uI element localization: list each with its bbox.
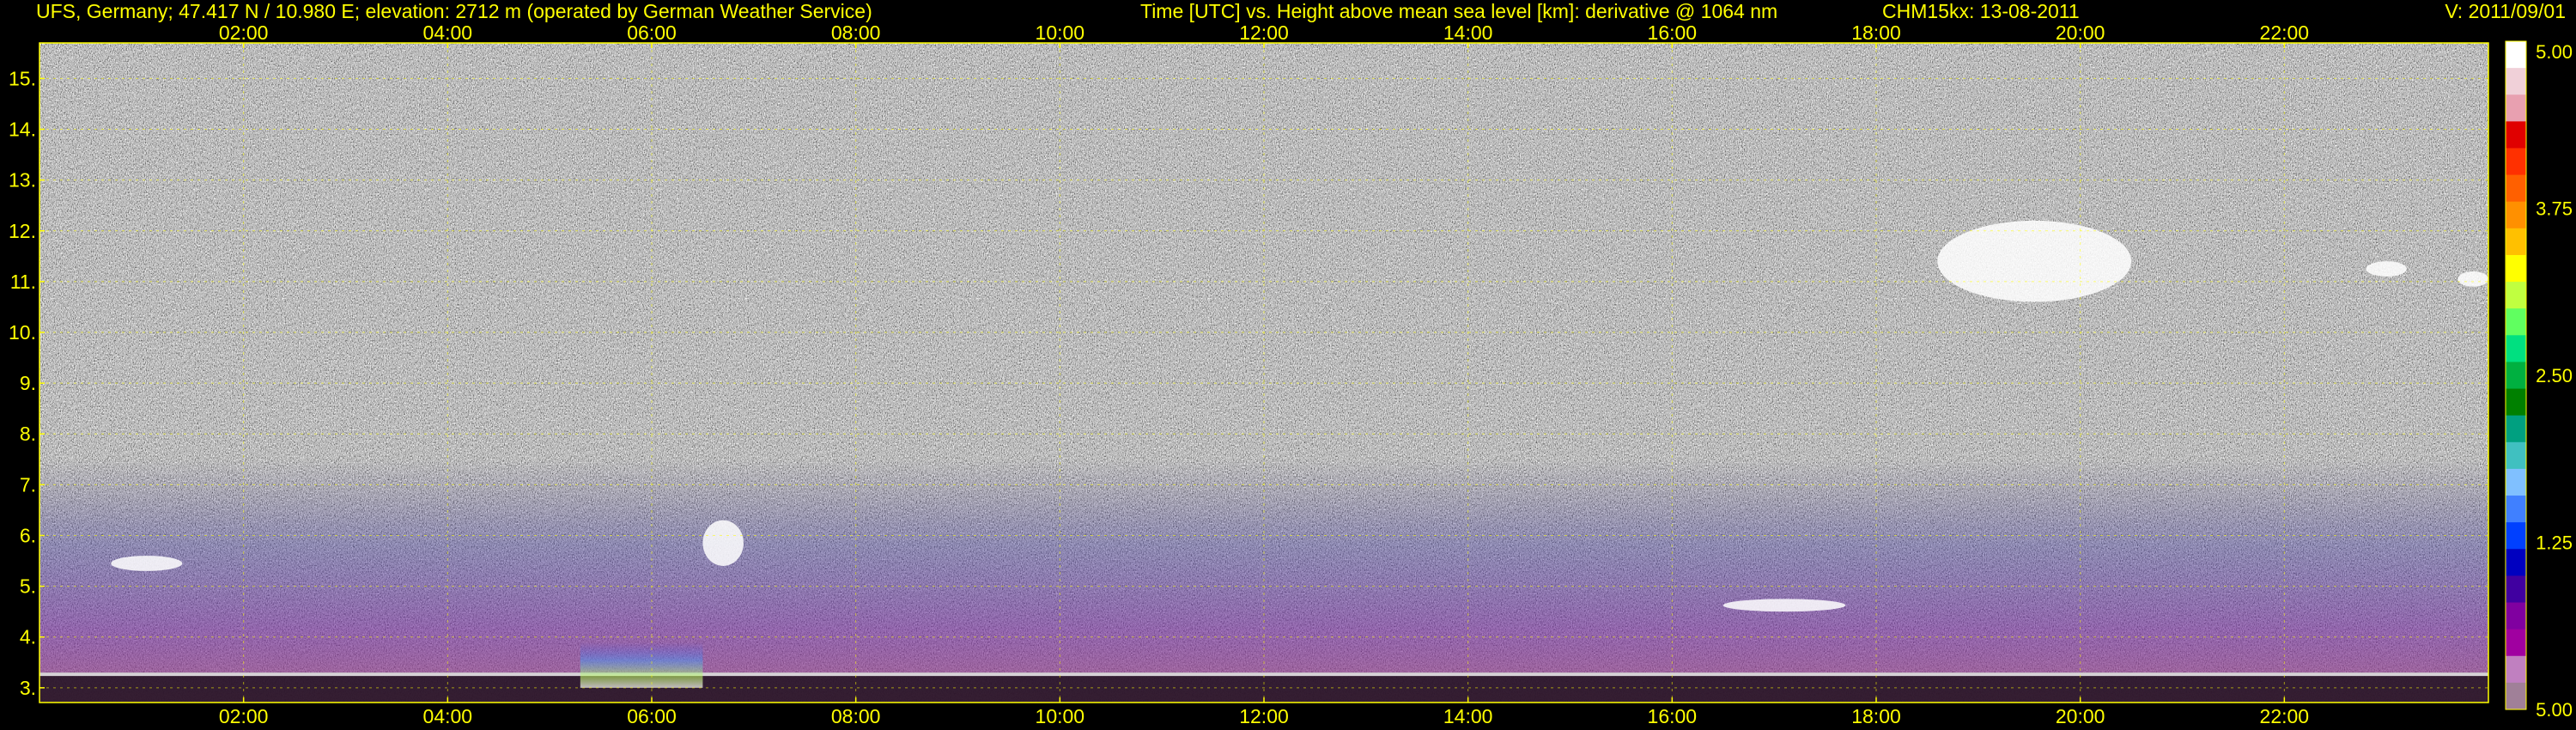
x-tick-label-bottom: 12:00	[1239, 705, 1289, 727]
colorbar-segment	[2506, 282, 2526, 309]
colorbar-segment	[2506, 388, 2526, 417]
colorbar-segment	[2506, 335, 2526, 363]
colorbar-segment	[2506, 496, 2526, 523]
colorbar-tick-label: 3.75	[2536, 198, 2573, 220]
colorbar-segment	[2506, 682, 2526, 710]
x-tick-label-top: 04:00	[423, 21, 473, 44]
x-tick-label-bottom: 08:00	[831, 705, 881, 727]
x-tick-label-bottom: 22:00	[2260, 705, 2310, 727]
x-tick-label-bottom: 16:00	[1648, 705, 1698, 727]
y-tick-label: 4.	[20, 626, 36, 648]
colorbar-segment	[2506, 522, 2526, 550]
colorbar-tick-label: 2.50	[2536, 365, 2573, 386]
x-tick-label-bottom: 20:00	[2056, 705, 2105, 727]
colorbar-segment	[2506, 308, 2526, 336]
colorbar-segment	[2506, 174, 2526, 203]
colorbar-segment	[2506, 441, 2526, 470]
colorbar-segment	[2506, 549, 2526, 576]
cloud-layer	[1722, 599, 1846, 612]
colorbar-tick-label: 5.00	[2536, 699, 2573, 721]
cirrus-cloud	[2366, 261, 2407, 277]
x-tick-label-bottom: 10:00	[1036, 705, 1085, 727]
x-tick-label-bottom: 14:00	[1443, 705, 1493, 727]
y-tick-label: 10.	[9, 321, 36, 344]
colorbar-segment	[2506, 94, 2526, 122]
x-tick-label-top: 08:00	[831, 21, 881, 44]
colorbar-tick-label: 1.25	[2536, 532, 2573, 554]
colorbar-tick-label: 5.00	[2536, 41, 2573, 63]
y-tick-label: 11.	[10, 271, 36, 293]
x-tick-label-bottom: 06:00	[627, 705, 677, 727]
enhanced-aerosol-column	[580, 642, 703, 688]
colorbar-segment	[2506, 629, 2526, 657]
x-tick-label-bottom: 04:00	[423, 705, 473, 727]
colorbar: 5.00 3.75 2.50 1.25 5.00	[2505, 40, 2573, 721]
colorbar-segment	[2506, 575, 2526, 604]
colorbar-segment	[2506, 468, 2526, 496]
y-tick-label: 5.	[20, 575, 36, 598]
x-tick-label-bottom: 02:00	[219, 705, 269, 727]
colorbar-segment	[2506, 254, 2526, 283]
x-tick-label-top: 12:00	[1239, 21, 1289, 44]
colorbar-segment	[2506, 41, 2526, 69]
colorbar-segment	[2506, 655, 2526, 684]
y-tick-label: 7.	[20, 473, 36, 496]
x-tick-label-top: 22:00	[2260, 21, 2310, 44]
x-tick-label-top: 02:00	[219, 21, 269, 44]
y-tick-label: 13.	[9, 169, 36, 192]
colorbar-segment	[2506, 362, 2526, 390]
x-tick-label-top: 20:00	[2056, 21, 2105, 44]
x-tick-label-top: 18:00	[1851, 21, 1901, 44]
cirrus-cloud	[1937, 220, 2132, 302]
y-tick-label: 12.	[9, 220, 36, 242]
colorbar-segment	[2506, 121, 2526, 149]
cirrus-cloud	[2458, 271, 2488, 287]
colorbar-segment	[2506, 228, 2526, 256]
cloud-layer	[111, 556, 183, 571]
plot-area	[39, 43, 2488, 703]
colorbar-segment	[2506, 602, 2526, 630]
colorbar-segment	[2506, 201, 2526, 229]
y-tick-label: 14.	[9, 119, 36, 141]
colorbar-segment	[2506, 68, 2526, 95]
cloud-layer	[702, 520, 744, 566]
y-tick-label: 9.	[20, 372, 36, 394]
x-tick-label-top: 14:00	[1443, 21, 1493, 44]
x-tick-label-bottom: 18:00	[1851, 705, 1901, 727]
x-tick-label-top: 10:00	[1036, 21, 1085, 44]
colorbar-segment	[2506, 148, 2526, 176]
x-tick-label-top: 16:00	[1648, 21, 1698, 44]
y-tick-label: 15.	[9, 67, 36, 89]
y-tick-label: 6.	[20, 524, 36, 546]
colorbar-segment	[2506, 415, 2526, 443]
ceilometer-chart: 02:00 04:00 06:00 08:00 10:00 12:00 14:00 16:00…	[9, 21, 2573, 727]
x-tick-label-top: 06:00	[627, 21, 677, 44]
y-tick-label: 8.	[20, 423, 36, 445]
y-tick-label: 3.	[20, 677, 36, 699]
